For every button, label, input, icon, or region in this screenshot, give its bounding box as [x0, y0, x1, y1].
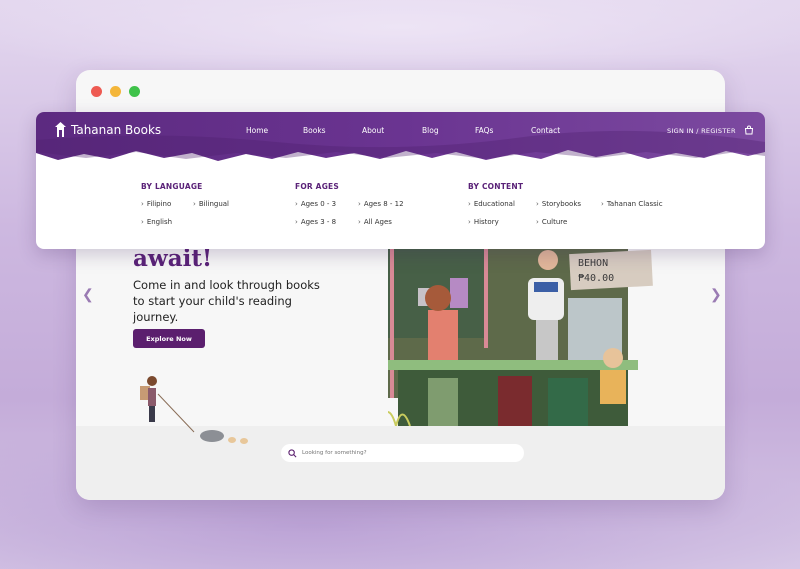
- menu-item-bilingual[interactable]: › Bilingual: [193, 200, 229, 208]
- price-sign-line2: ₱40.00: [578, 273, 614, 284]
- menu-heading-content: BY CONTENT: [468, 182, 524, 191]
- menu-item-all-ages[interactable]: › All Ages: [358, 218, 392, 226]
- menu-heading-ages: FOR AGES: [295, 182, 339, 191]
- navbar-watercolor-band: [36, 112, 765, 161]
- menu-item-culture[interactable]: › Culture: [536, 218, 567, 226]
- menu-item-filipino[interactable]: › Filipino: [141, 200, 171, 208]
- mega-menu-card: Tahanan Books Home Books About Blog FAQs…: [36, 112, 765, 249]
- nav-link-contact[interactable]: Contact: [531, 126, 560, 135]
- explore-now-button[interactable]: Explore Now: [133, 329, 205, 348]
- nav-link-books[interactable]: Books: [303, 126, 326, 135]
- menu-item-tahanan-classic[interactable]: › Tahanan Classic: [601, 200, 663, 208]
- house-logo-icon: [55, 122, 66, 137]
- menu-item-educational[interactable]: › Educational: [468, 200, 515, 208]
- carousel-prev-arrow-icon[interactable]: ❮: [82, 286, 94, 303]
- hero-subtitle: Come in and look through books to start …: [133, 278, 320, 324]
- child-walking-illustration: [140, 376, 248, 444]
- menu-item-ages-8-12[interactable]: › Ages 8 - 12: [358, 200, 404, 208]
- brand-name: Tahanan Books: [71, 122, 162, 137]
- navbar: Tahanan Books Home Books About Blog FAQs…: [36, 112, 765, 164]
- menu-column-content: BY CONTENT: [468, 182, 523, 191]
- menu-item-storybooks[interactable]: › Storybooks: [536, 200, 581, 208]
- shopping-bag-icon[interactable]: [744, 125, 754, 135]
- menu-column-ages: FOR AGES: [295, 182, 339, 191]
- nav-link-about[interactable]: About: [362, 126, 384, 135]
- menu-item-history[interactable]: › History: [468, 218, 499, 226]
- search-icon: [288, 448, 297, 457]
- menu-column-language: BY LANGUAGE: [141, 182, 203, 191]
- hero-title: await!: [133, 245, 213, 272]
- close-window-button[interactable]: [91, 86, 102, 97]
- menu-item-ages-3-8[interactable]: › Ages 3 - 8: [295, 218, 336, 226]
- window-controls: [91, 86, 140, 97]
- maximize-window-button[interactable]: [129, 86, 140, 97]
- menu-item-ages-0-3[interactable]: › Ages 0 - 3: [295, 200, 336, 208]
- search-input[interactable]: [302, 450, 502, 456]
- price-sign-line1: BEHON: [578, 258, 608, 269]
- hero-illustration: BEHON ₱40.00: [388, 248, 653, 426]
- nav-link-blog[interactable]: Blog: [422, 126, 439, 135]
- sign-in-register-link[interactable]: SIGN IN / REGISTER: [667, 127, 736, 135]
- brand-logo[interactable]: Tahanan Books: [55, 122, 161, 137]
- menu-heading-language: BY LANGUAGE: [141, 182, 203, 191]
- minimize-window-button[interactable]: [110, 86, 121, 97]
- carousel-next-arrow-icon[interactable]: ❯: [710, 286, 722, 303]
- menu-item-english[interactable]: › English: [141, 218, 172, 226]
- search-bar[interactable]: [281, 444, 524, 462]
- nav-link-faqs[interactable]: FAQs: [475, 126, 493, 135]
- nav-link-home[interactable]: Home: [246, 126, 268, 135]
